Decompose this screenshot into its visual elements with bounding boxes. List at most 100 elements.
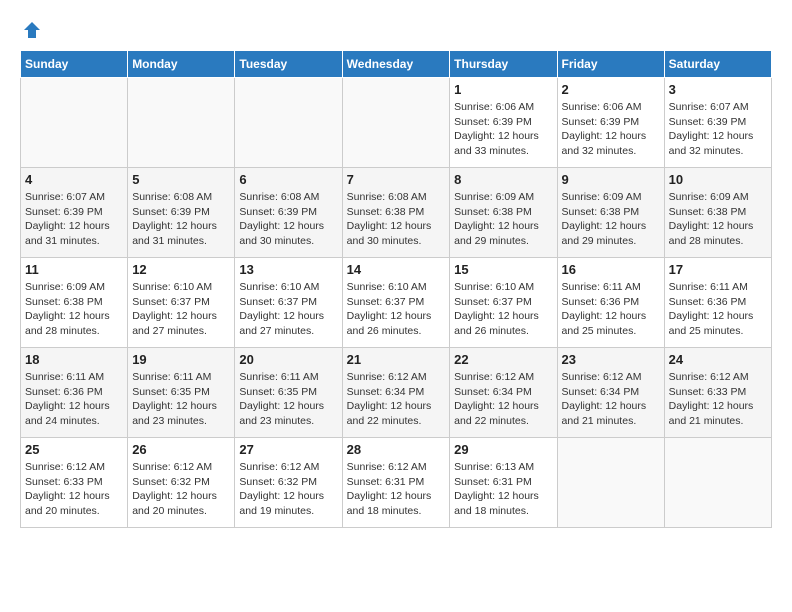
calendar-cell [342, 78, 450, 168]
calendar-cell: 24 Sunrise: 6:12 AM Sunset: 6:33 PM Dayli… [664, 348, 771, 438]
calendar-cell: 4 Sunrise: 6:07 AM Sunset: 6:39 PM Daylig… [21, 168, 128, 258]
day-number: 4 [25, 172, 123, 187]
calendar-week-row: 1 Sunrise: 6:06 AM Sunset: 6:39 PM Daylig… [21, 78, 772, 168]
calendar-cell: 21Sunrise: 6:12 AM Sunset: 6:34 PM Dayli… [342, 348, 450, 438]
calendar-cell [557, 438, 664, 528]
calendar-cell: 15 Sunrise: 6:10 AM Sunset: 6:37 PM Dayli… [450, 258, 557, 348]
calendar-cell: 10 Sunrise: 6:09 AM Sunset: 6:38 PM Dayli… [664, 168, 771, 258]
calendar-cell: 5 Sunrise: 6:08 AM Sunset: 6:39 PM Daylig… [128, 168, 235, 258]
day-number: 2 [562, 82, 660, 97]
day-info: Sunrise: 6:08 AM Sunset: 6:39 PM Dayligh… [239, 190, 337, 249]
day-info: Sunrise: 6:11 AM Sunset: 6:36 PM Dayligh… [562, 280, 660, 339]
day-info: Sunrise: 6:07 AM Sunset: 6:39 PM Dayligh… [25, 190, 123, 249]
day-number: 12 [132, 262, 230, 277]
weekday-header-tuesday: Tuesday [235, 51, 342, 78]
calendar-cell: 28Sunrise: 6:12 AM Sunset: 6:31 PM Dayli… [342, 438, 450, 528]
calendar-cell: 19 Sunrise: 6:11 AM Sunset: 6:35 PM Dayli… [128, 348, 235, 438]
day-info: Sunrise: 6:10 AM Sunset: 6:37 PM Dayligh… [454, 280, 552, 339]
calendar-cell [235, 78, 342, 168]
day-info: Sunrise: 6:12 AM Sunset: 6:34 PM Dayligh… [454, 370, 552, 429]
day-number: 29 [454, 442, 552, 457]
day-number: 13 [239, 262, 337, 277]
calendar-cell: 8 Sunrise: 6:09 AM Sunset: 6:38 PM Daylig… [450, 168, 557, 258]
day-number: 22 [454, 352, 552, 367]
calendar-cell: 6 Sunrise: 6:08 AM Sunset: 6:39 PM Daylig… [235, 168, 342, 258]
calendar-cell: 7Sunrise: 6:08 AM Sunset: 6:38 PM Daylig… [342, 168, 450, 258]
calendar-week-row: 18 Sunrise: 6:11 AM Sunset: 6:36 PM Dayli… [21, 348, 772, 438]
day-number: 6 [239, 172, 337, 187]
calendar-cell: 17Sunrise: 6:11 AM Sunset: 6:36 PM Dayli… [664, 258, 771, 348]
calendar-cell [664, 438, 771, 528]
calendar-cell: 16 Sunrise: 6:11 AM Sunset: 6:36 PM Dayli… [557, 258, 664, 348]
calendar-week-row: 25Sunrise: 6:12 AM Sunset: 6:33 PM Dayli… [21, 438, 772, 528]
day-info: Sunrise: 6:06 AM Sunset: 6:39 PM Dayligh… [454, 100, 552, 159]
calendar-cell: 23 Sunrise: 6:12 AM Sunset: 6:34 PM Dayli… [557, 348, 664, 438]
logo-icon [22, 20, 42, 40]
calendar-cell: 1 Sunrise: 6:06 AM Sunset: 6:39 PM Daylig… [450, 78, 557, 168]
day-info: Sunrise: 6:11 AM Sunset: 6:35 PM Dayligh… [239, 370, 337, 429]
day-info: Sunrise: 6:12 AM Sunset: 6:32 PM Dayligh… [132, 460, 230, 519]
day-number: 8 [454, 172, 552, 187]
day-info: Sunrise: 6:12 AM Sunset: 6:32 PM Dayligh… [239, 460, 337, 519]
day-info: Sunrise: 6:12 AM Sunset: 6:33 PM Dayligh… [669, 370, 767, 429]
day-number: 25 [25, 442, 123, 457]
calendar-table: SundayMondayTuesdayWednesdayThursdayFrid… [20, 50, 772, 528]
day-info: Sunrise: 6:11 AM Sunset: 6:35 PM Dayligh… [132, 370, 230, 429]
calendar-cell: 12Sunrise: 6:10 AM Sunset: 6:37 PM Dayli… [128, 258, 235, 348]
day-number: 15 [454, 262, 552, 277]
day-info: Sunrise: 6:11 AM Sunset: 6:36 PM Dayligh… [25, 370, 123, 429]
calendar-cell: 2 Sunrise: 6:06 AM Sunset: 6:39 PM Daylig… [557, 78, 664, 168]
day-number: 1 [454, 82, 552, 97]
day-number: 10 [669, 172, 767, 187]
weekday-header-friday: Friday [557, 51, 664, 78]
day-number: 17 [669, 262, 767, 277]
weekday-header-monday: Monday [128, 51, 235, 78]
day-number: 3 [669, 82, 767, 97]
weekday-header-saturday: Saturday [664, 51, 771, 78]
day-number: 11 [25, 262, 123, 277]
day-info: Sunrise: 6:09 AM Sunset: 6:38 PM Dayligh… [25, 280, 123, 339]
day-number: 24 [669, 352, 767, 367]
day-info: Sunrise: 6:10 AM Sunset: 6:37 PM Dayligh… [347, 280, 446, 339]
calendar-week-row: 11 Sunrise: 6:09 AM Sunset: 6:38 PM Dayli… [21, 258, 772, 348]
weekday-header-sunday: Sunday [21, 51, 128, 78]
day-number: 23 [562, 352, 660, 367]
day-info: Sunrise: 6:09 AM Sunset: 6:38 PM Dayligh… [669, 190, 767, 249]
day-number: 16 [562, 262, 660, 277]
day-number: 18 [25, 352, 123, 367]
day-info: Sunrise: 6:06 AM Sunset: 6:39 PM Dayligh… [562, 100, 660, 159]
calendar-cell: 25Sunrise: 6:12 AM Sunset: 6:33 PM Dayli… [21, 438, 128, 528]
day-number: 19 [132, 352, 230, 367]
calendar-cell [128, 78, 235, 168]
day-info: Sunrise: 6:07 AM Sunset: 6:39 PM Dayligh… [669, 100, 767, 159]
logo [20, 20, 42, 34]
calendar-cell: 26 Sunrise: 6:12 AM Sunset: 6:32 PM Dayli… [128, 438, 235, 528]
day-number: 27 [239, 442, 337, 457]
day-info: Sunrise: 6:09 AM Sunset: 6:38 PM Dayligh… [454, 190, 552, 249]
day-info: Sunrise: 6:12 AM Sunset: 6:34 PM Dayligh… [562, 370, 660, 429]
day-info: Sunrise: 6:13 AM Sunset: 6:31 PM Dayligh… [454, 460, 552, 519]
day-number: 26 [132, 442, 230, 457]
day-info: Sunrise: 6:09 AM Sunset: 6:38 PM Dayligh… [562, 190, 660, 249]
day-info: Sunrise: 6:10 AM Sunset: 6:37 PM Dayligh… [239, 280, 337, 339]
calendar-cell: 27 Sunrise: 6:12 AM Sunset: 6:32 PM Dayli… [235, 438, 342, 528]
day-number: 7 [347, 172, 446, 187]
calendar-cell: 22 Sunrise: 6:12 AM Sunset: 6:34 PM Dayli… [450, 348, 557, 438]
calendar-cell: 3 Sunrise: 6:07 AM Sunset: 6:39 PM Daylig… [664, 78, 771, 168]
calendar-week-row: 4 Sunrise: 6:07 AM Sunset: 6:39 PM Daylig… [21, 168, 772, 258]
day-info: Sunrise: 6:12 AM Sunset: 6:31 PM Dayligh… [347, 460, 446, 519]
day-number: 20 [239, 352, 337, 367]
calendar-cell: 18 Sunrise: 6:11 AM Sunset: 6:36 PM Dayli… [21, 348, 128, 438]
page-header [20, 20, 772, 34]
day-number: 14 [347, 262, 446, 277]
weekday-header-thursday: Thursday [450, 51, 557, 78]
day-info: Sunrise: 6:08 AM Sunset: 6:39 PM Dayligh… [132, 190, 230, 249]
calendar-cell: 29 Sunrise: 6:13 AM Sunset: 6:31 PM Dayli… [450, 438, 557, 528]
calendar-cell [21, 78, 128, 168]
calendar-cell: 14 Sunrise: 6:10 AM Sunset: 6:37 PM Dayli… [342, 258, 450, 348]
calendar-cell: 20 Sunrise: 6:11 AM Sunset: 6:35 PM Dayli… [235, 348, 342, 438]
calendar-cell: 9Sunrise: 6:09 AM Sunset: 6:38 PM Daylig… [557, 168, 664, 258]
weekday-header-wednesday: Wednesday [342, 51, 450, 78]
day-number: 5 [132, 172, 230, 187]
day-number: 21 [347, 352, 446, 367]
